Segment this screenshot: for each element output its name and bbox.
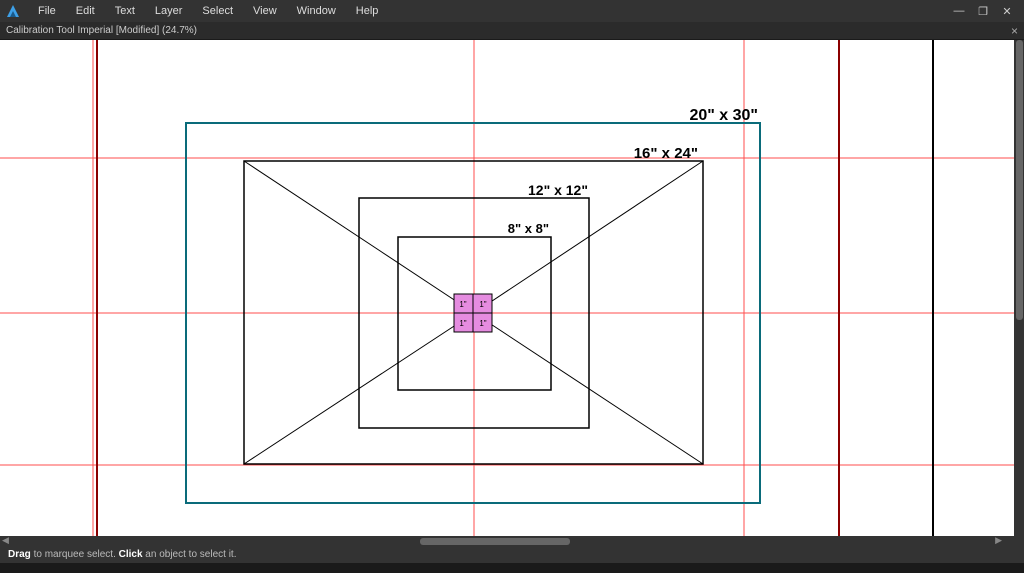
menu-view[interactable]: View [243, 2, 287, 20]
label-1in-tr: 1" [479, 300, 486, 309]
label-16x24[interactable]: 16" x 24" [634, 145, 698, 162]
menu-text[interactable]: Text [105, 2, 145, 20]
close-button[interactable]: ✕ [1000, 4, 1014, 18]
statusbar: Drag to marquee select. Click an object … [0, 546, 1024, 563]
scrollbar-vertical-thumb[interactable] [1016, 40, 1023, 320]
scroll-left-icon[interactable]: ◀ [2, 535, 9, 546]
menu-layer[interactable]: Layer [145, 2, 193, 20]
label-1in-tl: 1" [459, 300, 466, 309]
menu-file[interactable]: File [28, 2, 66, 20]
canvas[interactable]: 20" x 30" 16" x 24" 12" x 12" 8" x 8" 1"… [0, 40, 1024, 546]
document-close-icon[interactable]: × [1011, 24, 1018, 38]
status-hint: Drag to marquee select. Click an object … [8, 549, 236, 560]
maximize-button[interactable]: ❐ [976, 4, 990, 18]
canvas-svg[interactable]: 20" x 30" 16" x 24" 12" x 12" 8" x 8" 1"… [0, 40, 1014, 536]
status-drag-bold: Drag [8, 549, 31, 560]
window-controls: — ❐ ✕ [952, 4, 1020, 18]
label-20x30[interactable]: 20" x 30" [689, 107, 758, 124]
menu-window[interactable]: Window [287, 2, 346, 20]
scrollbar-vertical[interactable] [1014, 40, 1024, 546]
scrollbar-horizontal-thumb[interactable] [420, 538, 570, 545]
label-8x8[interactable]: 8" x 8" [508, 221, 549, 236]
menu-help[interactable]: Help [346, 2, 389, 20]
status-click-rest: an object to select it. [143, 549, 237, 560]
menu-edit[interactable]: Edit [66, 2, 105, 20]
canvas-paper [0, 40, 1014, 536]
menu-select[interactable]: Select [192, 2, 243, 20]
app-logo-icon [4, 2, 22, 20]
scrollbar-horizontal[interactable]: ◀ ▶ [0, 536, 1014, 546]
status-drag-rest: to marquee select. [31, 549, 119, 560]
document-tab-bar: Calibration Tool Imperial [Modified] (24… [0, 22, 1024, 40]
label-12x12[interactable]: 12" x 12" [528, 182, 588, 198]
menubar: File Edit Text Layer Select View Window … [0, 0, 1024, 22]
label-1in-br: 1" [479, 319, 486, 328]
minimize-button[interactable]: — [952, 4, 966, 18]
document-title[interactable]: Calibration Tool Imperial [Modified] (24… [6, 25, 197, 36]
label-1in-bl: 1" [459, 319, 466, 328]
status-click-bold: Click [119, 549, 143, 560]
scroll-right-icon[interactable]: ▶ [995, 535, 1002, 546]
workspace: 20" x 30" 16" x 24" 12" x 12" 8" x 8" 1"… [0, 40, 1024, 546]
